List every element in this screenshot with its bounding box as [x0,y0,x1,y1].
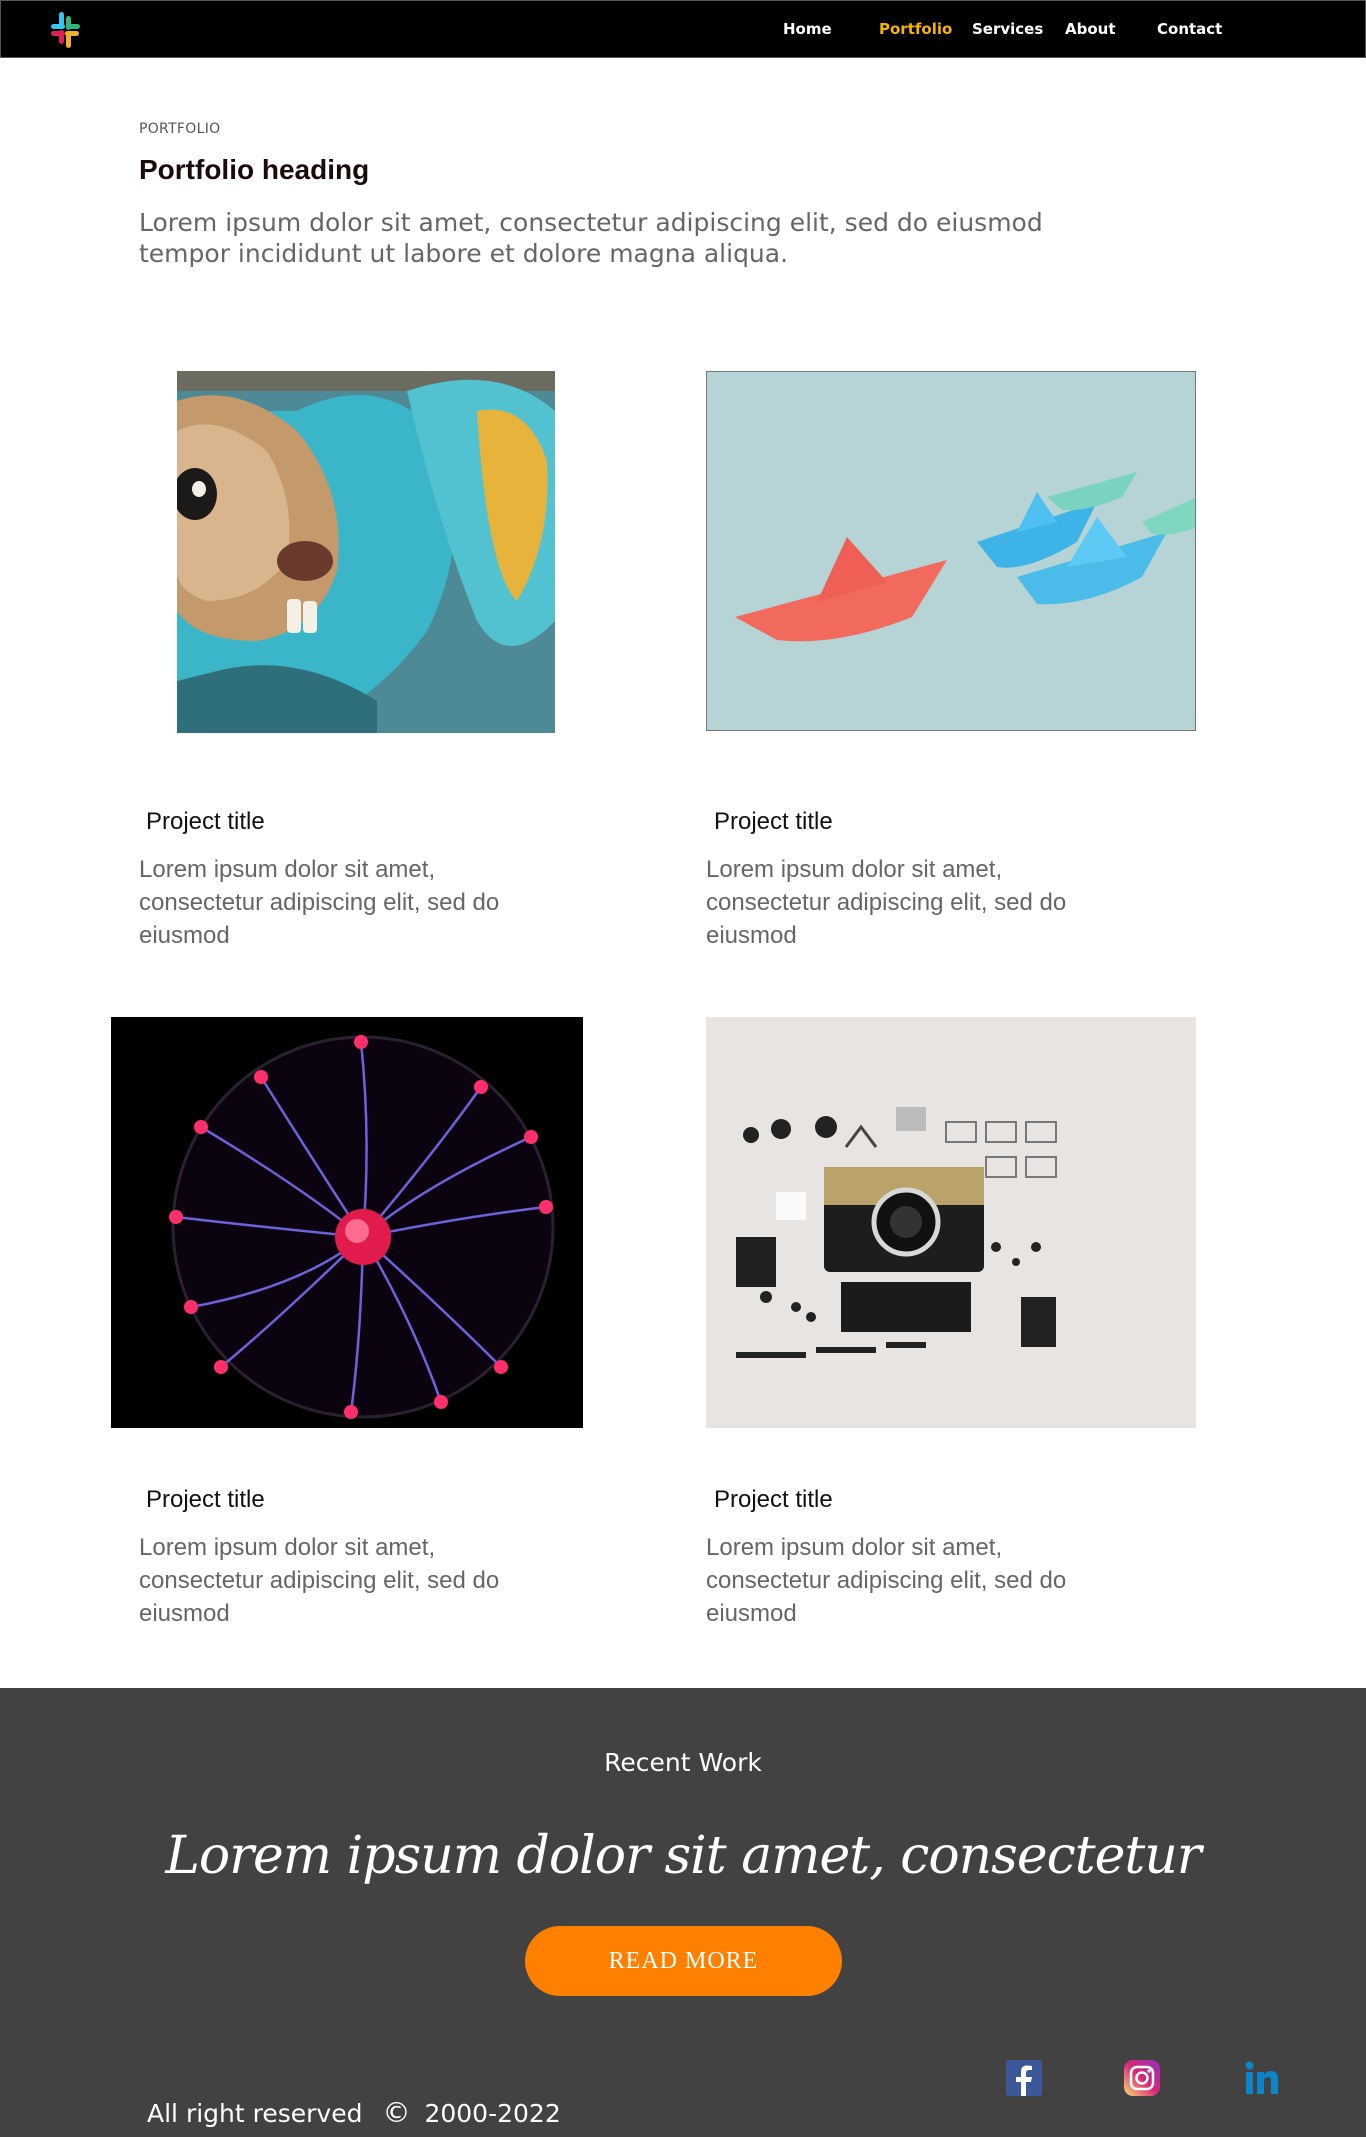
project-title: Project title [146,808,265,835]
linkedin-icon[interactable] [1244,2060,1280,2096]
nav-portfolio[interactable]: Portfolio [879,20,952,38]
project-title: Project title [714,808,833,835]
read-more-button[interactable]: READ MORE [525,1926,842,1996]
recent-work-label: Recent Work [604,1748,762,1777]
disassembled-camera-art [706,1017,1196,1428]
nav-contact[interactable]: Contact [1157,20,1222,38]
plasma-ball-art [111,1017,583,1428]
nav-services[interactable]: Services [972,20,1043,38]
project-description: Lorem ipsum dolor sit amet, consectetur … [706,856,1067,949]
slack-logo-icon[interactable] [45,10,85,50]
disassembled-camera-image[interactable] [706,1017,1196,1428]
paper-boats-art [707,372,1195,730]
nav-about[interactable]: About [1065,20,1116,38]
copyright-text: All right reserved [147,2099,363,2128]
footer-tagline: Lorem ipsum dolor sit amet, consectetur [165,1826,1201,1886]
project-description: Lorem ipsum dolor sit amet, consectetur … [139,1534,500,1627]
project-description: Lorem ipsum dolor sit amet, consectetur … [706,1534,1067,1627]
graffiti-beaver-image[interactable] [177,371,555,733]
paper-boats-image[interactable] [706,371,1196,731]
section-eyebrow: PORTFOLIO [139,121,221,137]
page-lead: Lorem ipsum dolor sit amet, consectetur … [139,208,1043,268]
top-nav: Home Portfolio Services About Contact [0,0,1366,58]
facebook-icon[interactable] [1006,2060,1042,2096]
project-title: Project title [714,1486,833,1513]
page-title: Portfolio heading [139,154,370,185]
graffiti-beaver-art [177,371,555,733]
copyright-symbol: © [382,2096,411,2129]
project-description: Lorem ipsum dolor sit amet, consectetur … [139,856,500,949]
nav-home[interactable]: Home [783,20,832,38]
copyright: All right reserved © 2000-2022 [147,2096,561,2129]
plasma-ball-image[interactable] [111,1017,583,1428]
instagram-icon[interactable] [1124,2060,1160,2096]
project-title: Project title [146,1486,265,1513]
copyright-years: 2000-2022 [424,2099,561,2128]
